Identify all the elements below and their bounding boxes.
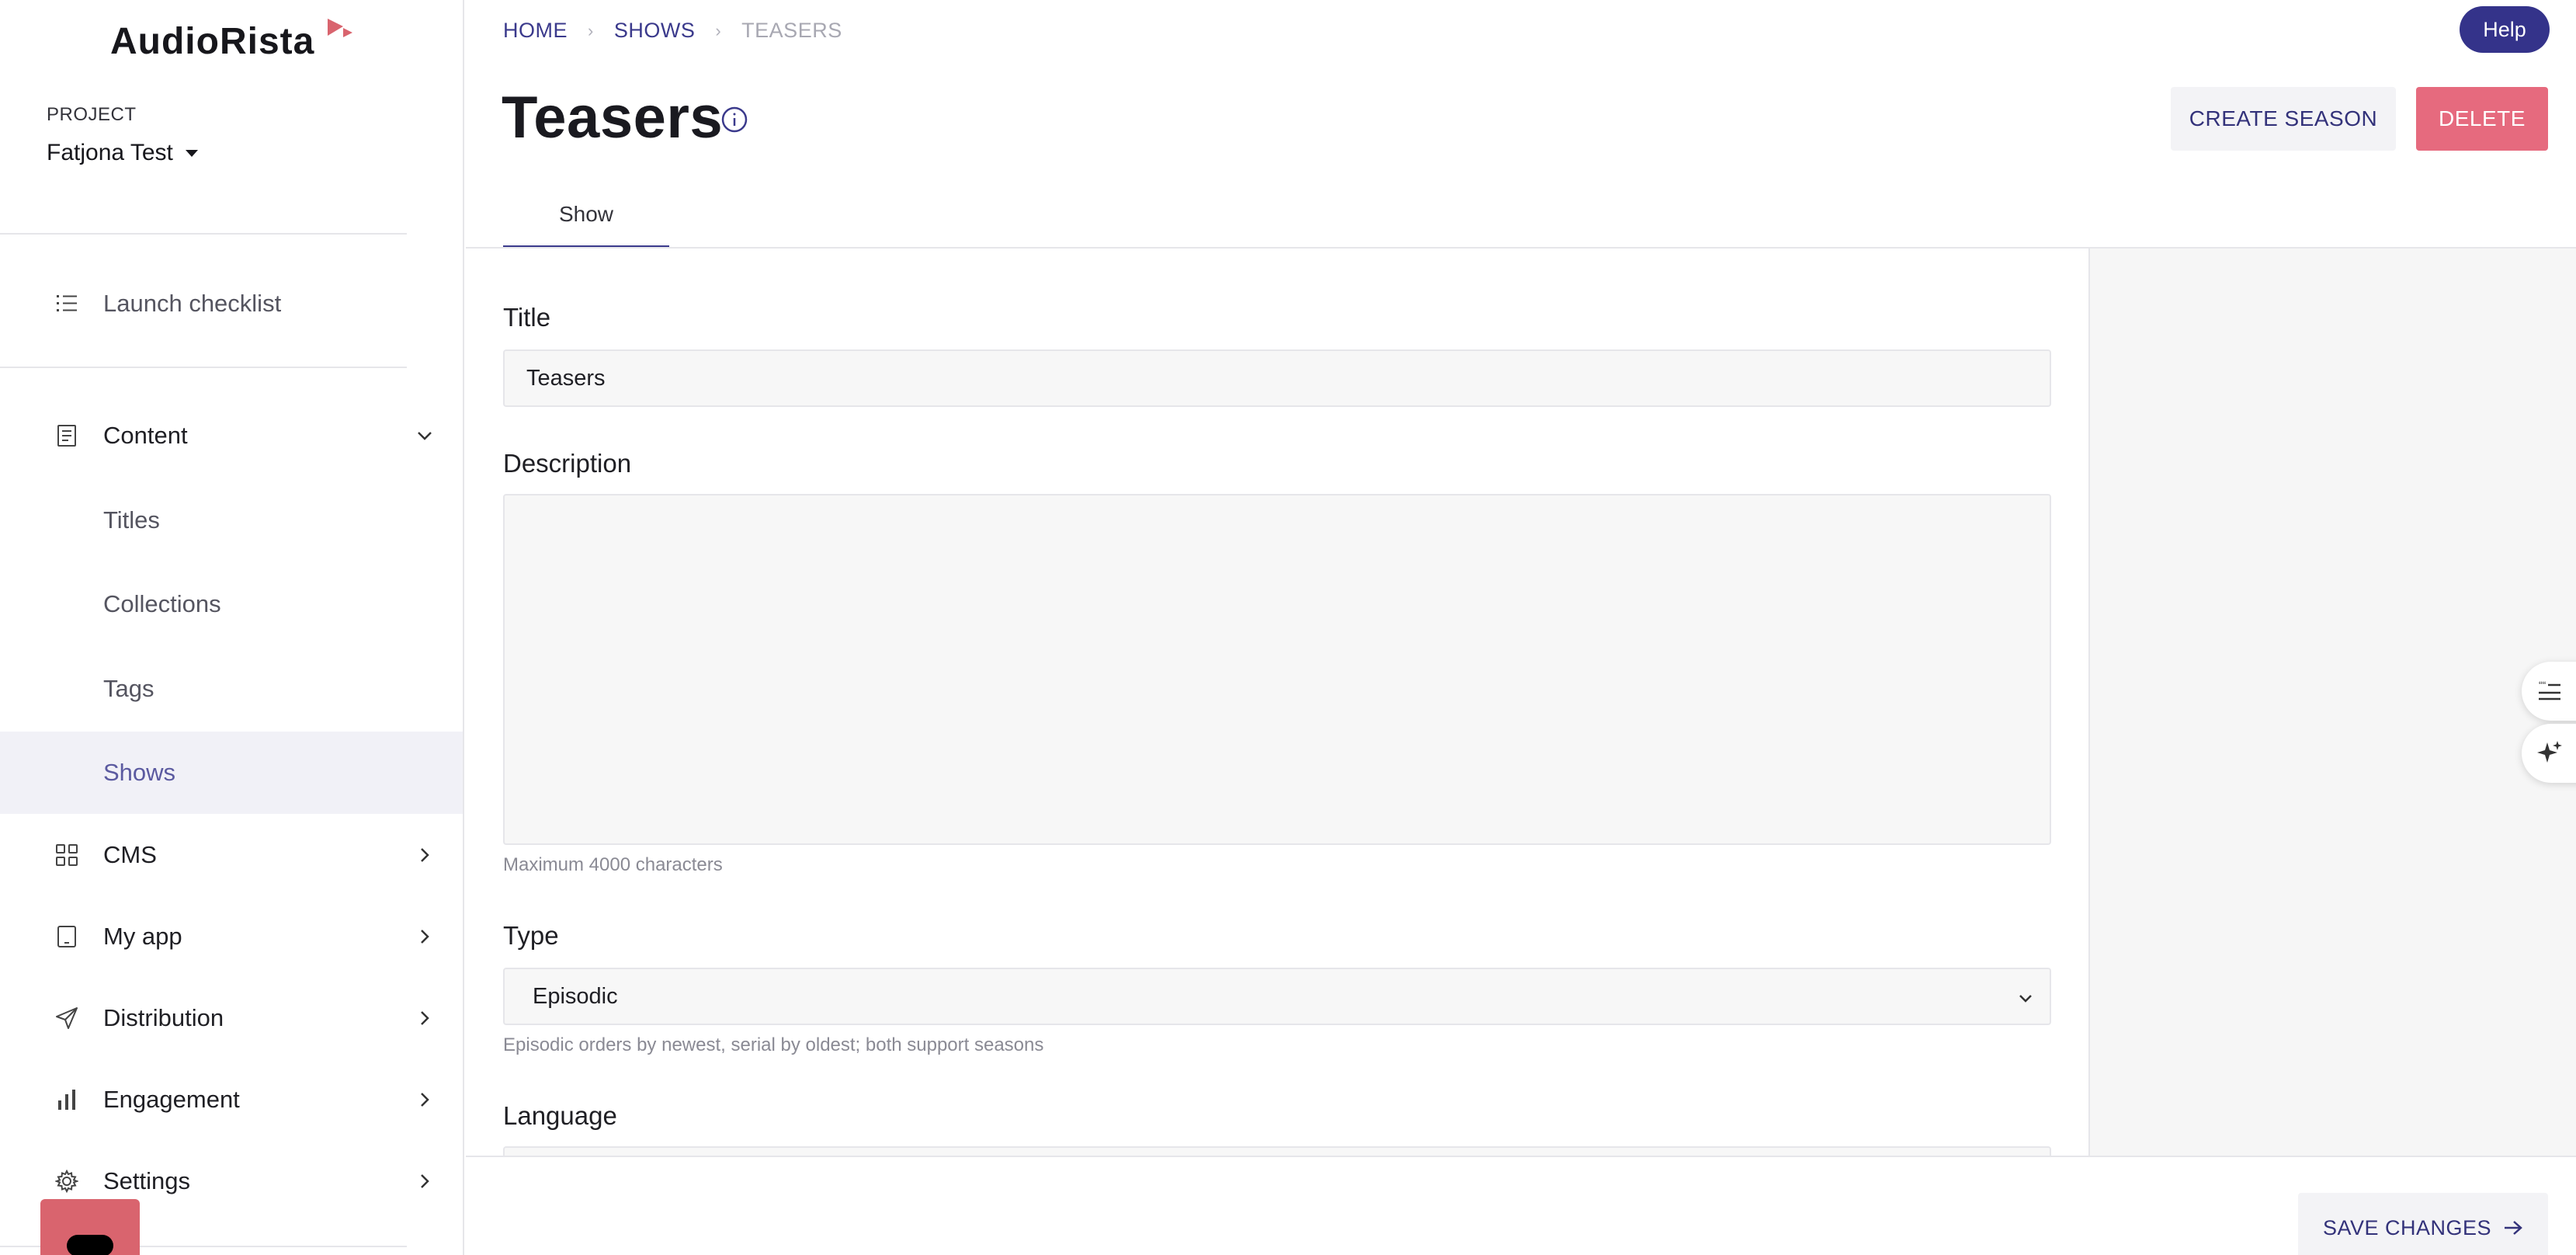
app-logo[interactable]: AudioRista bbox=[110, 20, 314, 63]
sidebar-subitem-tags[interactable]: Tags bbox=[0, 648, 463, 730]
chevron-right-icon bbox=[421, 848, 429, 862]
project-selector[interactable]: Fatjona Test bbox=[47, 140, 198, 166]
breadcrumb: HOME › SHOWS › TEASERS bbox=[503, 19, 842, 43]
language-label: Language bbox=[503, 1101, 617, 1130]
arrow-right-icon bbox=[2505, 1221, 2522, 1235]
footer-bar bbox=[466, 1156, 2576, 1255]
logo-play-icon bbox=[328, 19, 352, 37]
breadcrumb-separator-icon: › bbox=[715, 20, 722, 40]
title-label: Title bbox=[503, 303, 551, 332]
sidebar-subitem-label: Titles bbox=[103, 506, 160, 534]
sidebar-divider bbox=[0, 233, 407, 235]
sidebar-item-my-app[interactable]: My app bbox=[0, 895, 464, 978]
create-season-button[interactable]: CREATE SEASON bbox=[2171, 87, 2396, 151]
sidebar-item-label: Engagement bbox=[103, 1086, 240, 1113]
chevron-right-icon bbox=[421, 1011, 429, 1025]
tablet-icon bbox=[54, 924, 79, 949]
sidebar-item-cms[interactable]: CMS bbox=[0, 814, 464, 896]
sidebar-subitem-label: Collections bbox=[103, 590, 221, 617]
sidebar-item-label: Launch checklist bbox=[103, 290, 282, 317]
description-textarea[interactable] bbox=[503, 494, 2051, 845]
project-label: PROJECT bbox=[47, 104, 137, 125]
page-title: Teasers bbox=[502, 85, 724, 151]
title-input[interactable]: Teasers bbox=[503, 349, 2051, 407]
document-icon bbox=[54, 423, 79, 448]
type-label: Type bbox=[503, 921, 559, 950]
save-changes-button[interactable]: SAVE CHANGES bbox=[2298, 1193, 2548, 1255]
chevron-right-icon bbox=[421, 1093, 429, 1107]
quote-list-icon: ““ bbox=[2539, 679, 2560, 701]
breadcrumb-current: TEASERS bbox=[741, 19, 842, 42]
sidebar-subitem-label: Shows bbox=[103, 759, 176, 786]
sidebar-item-label: Distribution bbox=[103, 1004, 224, 1031]
description-hint: Maximum 4000 characters bbox=[503, 854, 723, 875]
grid-icon bbox=[54, 843, 79, 867]
sparkle-icon bbox=[2537, 741, 2562, 763]
sidebar: AudioRista PROJECT Fatjona Test Launch c… bbox=[0, 0, 464, 1255]
type-select[interactable]: Episodic bbox=[503, 968, 2051, 1025]
help-button[interactable]: Help bbox=[2460, 6, 2550, 53]
gear-icon bbox=[54, 1169, 79, 1194]
chevron-down-icon bbox=[418, 432, 432, 440]
sidebar-item-label: My app bbox=[103, 923, 182, 950]
chevron-down-icon bbox=[2019, 995, 2032, 1003]
chevron-right-icon bbox=[421, 1174, 429, 1188]
chat-launcher-button[interactable] bbox=[40, 1199, 140, 1255]
caret-down-icon bbox=[185, 149, 198, 157]
description-label: Description bbox=[503, 449, 632, 478]
type-hint: Episodic orders by newest, serial by old… bbox=[503, 1034, 1044, 1055]
sidebar-item-distribution[interactable]: Distribution bbox=[0, 977, 464, 1059]
breadcrumb-home[interactable]: HOME bbox=[503, 19, 568, 43]
save-changes-label: SAVE CHANGES bbox=[2323, 1215, 2492, 1239]
breadcrumb-separator-icon: › bbox=[588, 20, 594, 40]
sidebar-item-launch-checklist[interactable]: Launch checklist bbox=[0, 262, 464, 345]
project-name: Fatjona Test bbox=[47, 140, 173, 165]
bar-chart-icon bbox=[54, 1087, 79, 1112]
right-side-panel bbox=[2088, 249, 2576, 1156]
sidebar-item-label: Settings bbox=[103, 1167, 191, 1194]
chevron-right-icon bbox=[421, 930, 429, 944]
delete-button[interactable]: DELETE bbox=[2416, 87, 2548, 151]
sidebar-item-content[interactable]: Content bbox=[0, 395, 464, 477]
sidebar-subitem-label: Tags bbox=[103, 675, 154, 702]
sidebar-item-label: Content bbox=[103, 422, 188, 449]
send-icon bbox=[54, 1006, 79, 1031]
tab-show[interactable]: Show bbox=[503, 183, 669, 249]
type-select-value: Episodic bbox=[533, 983, 618, 1009]
ai-assist-button[interactable] bbox=[2522, 724, 2576, 783]
sidebar-divider bbox=[0, 367, 407, 368]
sidebar-subitem-shows[interactable]: Shows bbox=[0, 732, 463, 814]
checklist-icon bbox=[54, 291, 79, 316]
sidebar-subitem-collections[interactable]: Collections bbox=[0, 563, 463, 645]
info-icon[interactable] bbox=[720, 106, 748, 134]
svg-text:““: ““ bbox=[2539, 679, 2546, 691]
chat-bubble-icon bbox=[67, 1235, 113, 1255]
quote-tool-button[interactable]: ““ bbox=[2522, 662, 2576, 721]
sidebar-item-label: CMS bbox=[103, 841, 157, 868]
sidebar-subitem-titles[interactable]: Titles bbox=[0, 479, 463, 561]
sidebar-item-engagement[interactable]: Engagement bbox=[0, 1059, 464, 1141]
breadcrumb-shows[interactable]: SHOWS bbox=[614, 19, 696, 43]
